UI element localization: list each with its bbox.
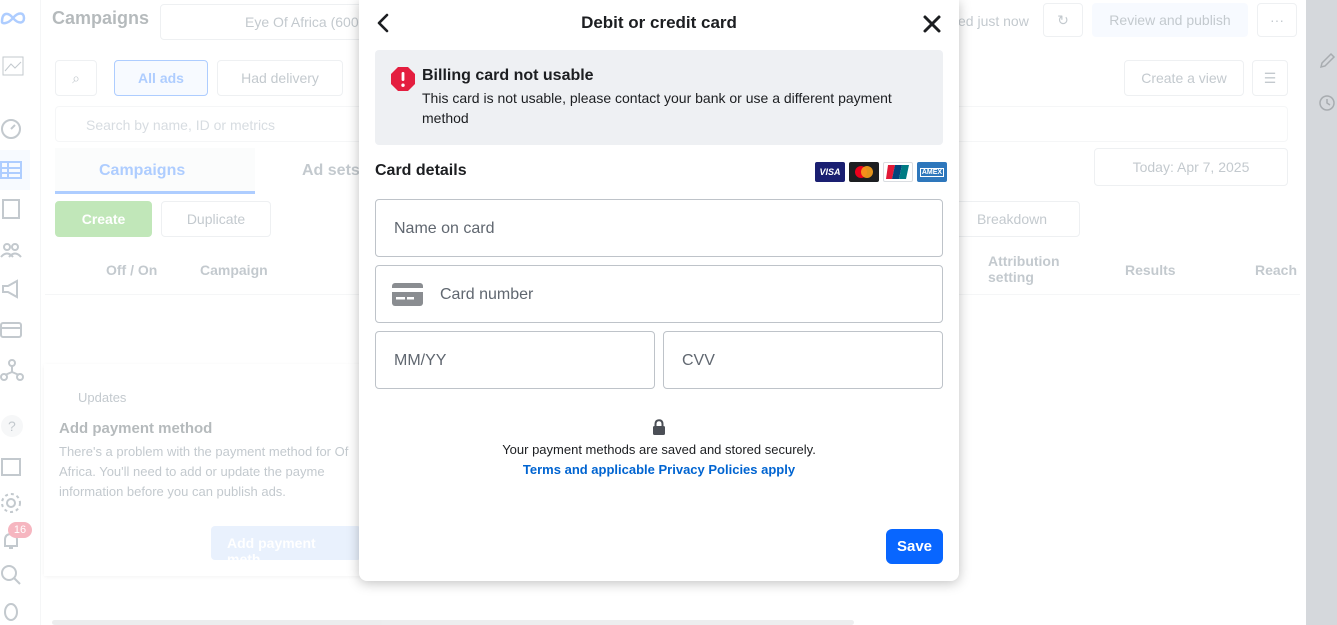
add-payment-button[interactable]: Add payment meth xyxy=(211,526,361,567)
more-options-button[interactable]: ··· xyxy=(1257,3,1297,37)
settings-gear-icon[interactable] xyxy=(0,492,22,514)
expiry-field[interactable] xyxy=(375,331,655,390)
create-button[interactable]: Create xyxy=(55,201,152,237)
page-title: Campaigns xyxy=(52,8,150,28)
cvv-input[interactable] xyxy=(680,332,930,390)
unionpay-logo-icon xyxy=(883,162,913,182)
alert-title: Billing card not usable xyxy=(422,67,594,84)
credit-card-icon xyxy=(392,283,423,306)
duplicate-button[interactable]: Duplicate xyxy=(161,201,271,237)
notification-badge: 16 xyxy=(8,522,32,538)
error-octagon-icon xyxy=(391,67,415,91)
card-details-heading: Card details xyxy=(375,162,467,179)
search-icon: ⌕ xyxy=(72,69,80,86)
refresh-icon: ↻ xyxy=(1057,11,1069,28)
account-avatar-icon[interactable] xyxy=(2,56,24,76)
payment-card-dialog: Debit or credit card Billing card not us… xyxy=(359,0,959,581)
date-range-picker[interactable]: Today: Apr 7, 2025 xyxy=(1094,148,1288,186)
create-view-button[interactable]: Create a view xyxy=(1124,60,1244,96)
dashboard-icon[interactable] xyxy=(0,118,22,140)
amex-logo-icon: AMEX xyxy=(917,162,947,182)
filter-all-ads[interactable]: All ads xyxy=(114,60,208,96)
right-side-panel xyxy=(1306,0,1337,625)
lock-icon xyxy=(653,419,665,435)
breakdown-button[interactable]: Breakdown xyxy=(944,201,1080,237)
payment-notice-title: Add payment method xyxy=(59,420,213,437)
reports-icon[interactable] xyxy=(0,456,22,478)
history-clock-icon[interactable] xyxy=(1318,94,1336,112)
accepted-cards: VISA AMEX xyxy=(815,162,947,182)
bug-report-icon[interactable] xyxy=(0,600,22,622)
secure-storage-text: Your payment methods are saved and store… xyxy=(502,442,816,457)
payment-notice-text: There's a problem with the payment metho… xyxy=(59,444,349,499)
cvv-field[interactable] xyxy=(663,331,943,390)
filter-search-button[interactable]: ⌕ xyxy=(55,60,97,96)
column-attribution[interactable]: Attribution setting xyxy=(988,253,1078,285)
billing-icon[interactable] xyxy=(0,320,22,340)
dialog-title: Debit or credit card xyxy=(581,13,737,32)
pages-icon[interactable] xyxy=(0,198,22,220)
card-number-field[interactable] xyxy=(375,265,943,324)
edit-pencil-icon[interactable] xyxy=(1318,52,1336,70)
column-off-on[interactable]: Off / On xyxy=(106,262,157,278)
column-results[interactable]: Results xyxy=(1125,262,1176,278)
search-icon[interactable] xyxy=(0,564,22,586)
mastercard-logo-icon xyxy=(849,162,879,182)
tab-campaigns[interactable]: Campaigns xyxy=(55,148,255,194)
audiences-icon[interactable] xyxy=(0,238,22,260)
payment-notice-card: Updates Add payment method There's a pro… xyxy=(44,364,364,576)
review-publish-button[interactable]: Review and publish xyxy=(1092,3,1248,37)
horizontal-scrollbar[interactable] xyxy=(52,620,854,625)
expiry-input[interactable] xyxy=(392,332,642,390)
card-number-input[interactable] xyxy=(438,266,922,324)
visa-logo-icon: VISA xyxy=(815,162,845,182)
column-campaign[interactable]: Campaign xyxy=(200,262,268,278)
save-status-text: ed just now xyxy=(958,13,1029,29)
account-selector[interactable]: Eye Of Africa (6007 xyxy=(160,4,370,40)
svg-text:?: ? xyxy=(8,418,16,434)
account-name: Eye Of Africa (6007 xyxy=(245,14,367,30)
megaphone-icon[interactable] xyxy=(0,278,22,300)
filter-had-delivery[interactable]: Had delivery xyxy=(217,60,343,96)
terms-link[interactable]: Terms and applicable Privacy Policies ap… xyxy=(359,462,959,477)
meta-logo-icon xyxy=(0,12,26,25)
billing-error-alert: Billing card not usable This card is not… xyxy=(375,50,943,145)
left-nav-rail: ? 16 xyxy=(0,0,41,625)
updates-label: Updates xyxy=(78,390,127,405)
name-on-card-input[interactable] xyxy=(392,200,930,258)
sliders-icon: ☰ xyxy=(1263,69,1277,86)
column-reach[interactable]: Reach xyxy=(1255,262,1297,278)
close-button[interactable] xyxy=(921,13,943,35)
table-icon xyxy=(0,161,22,179)
business-tools-icon[interactable] xyxy=(0,358,24,382)
alert-message: This card is not usable, please contact … xyxy=(422,90,892,126)
help-icon[interactable]: ? xyxy=(0,414,24,438)
filter-settings-button[interactable]: ☰ xyxy=(1252,60,1288,96)
refresh-button[interactable]: ↻ xyxy=(1043,3,1083,37)
save-button[interactable]: Save xyxy=(886,529,943,564)
name-on-card-field[interactable] xyxy=(375,199,943,258)
close-icon xyxy=(923,15,941,33)
campaigns-nav-active[interactable] xyxy=(0,150,30,190)
